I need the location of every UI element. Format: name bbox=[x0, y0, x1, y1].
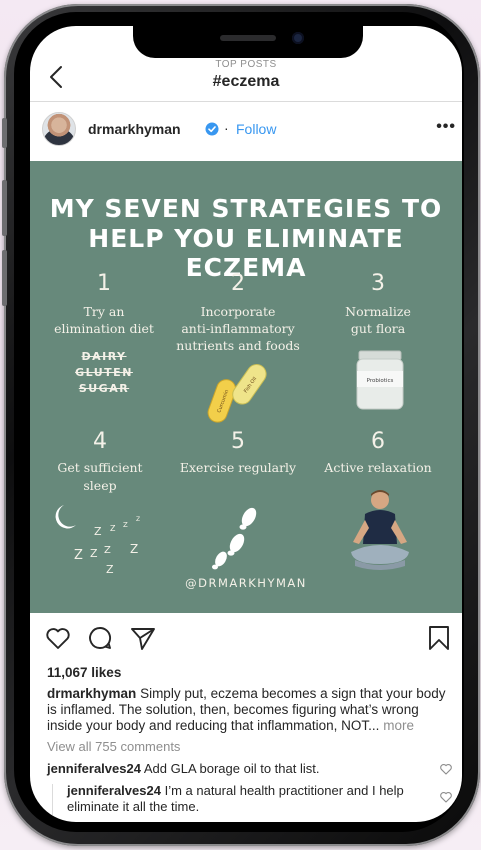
step-5-number: 5 bbox=[231, 429, 245, 454]
infographic-title-line-1: MY SEVEN STRATEGIES TO bbox=[49, 194, 443, 223]
moon-sleep-icon: Z Z Z Z Z Z Z Z Z bbox=[55, 505, 140, 576]
zzz-8: Z bbox=[130, 542, 138, 556]
step-3-line-2: gut flora bbox=[350, 321, 406, 336]
zzz-1: Z bbox=[94, 525, 102, 538]
reply-thread-line bbox=[52, 784, 53, 818]
zzz-7: Z bbox=[104, 545, 111, 556]
step-6-number: 6 bbox=[371, 429, 385, 454]
side-button-volume-down bbox=[2, 250, 7, 306]
comment-2-reply: jenniferalves24 I’m a natural health pra… bbox=[67, 783, 427, 815]
step-4-number: 4 bbox=[93, 429, 107, 454]
jar-label-probiotics: Probiotics bbox=[367, 378, 394, 384]
eliminate-item-sugar: SUGAR bbox=[78, 382, 130, 395]
step-1-line-1: Try an bbox=[83, 304, 125, 319]
comment-2-like-heart-icon[interactable] bbox=[439, 790, 453, 804]
probiotics-jar-icon: Probiotics bbox=[356, 350, 404, 410]
notch bbox=[133, 26, 363, 58]
more-options-button[interactable]: ••• bbox=[436, 118, 456, 136]
side-button-volume-up bbox=[2, 180, 7, 236]
step-1-line-2: elimination diet bbox=[54, 321, 154, 336]
step-2-line-2: anti-inflammatory bbox=[181, 321, 295, 336]
top-nav-bar: TOP POSTS #eczema bbox=[30, 56, 462, 102]
zzz-2: Z bbox=[110, 524, 116, 533]
step-4-line-1: Get sufficient bbox=[57, 460, 143, 475]
instagram-handle-watermark: @DRMARKHYMAN bbox=[185, 576, 307, 590]
front-camera bbox=[292, 32, 304, 44]
comment-2-username[interactable]: jenniferalves24 bbox=[67, 783, 161, 798]
step-3-number: 3 bbox=[371, 271, 385, 296]
phone-screen: TOP POSTS #eczema drmarkhyman · Follow •… bbox=[30, 26, 462, 822]
post-caption: drmarkhyman Simply put, eczema becomes a… bbox=[47, 686, 452, 734]
caption-username[interactable]: drmarkhyman bbox=[47, 686, 136, 701]
post-action-bar bbox=[30, 618, 462, 658]
step-6-line-1: Active relaxation bbox=[324, 460, 432, 475]
speaker bbox=[220, 35, 276, 41]
side-button-mute bbox=[2, 118, 7, 148]
comment-1-username[interactable]: jenniferalves24 bbox=[47, 761, 141, 776]
post-header: drmarkhyman · Follow ••• bbox=[30, 108, 462, 154]
caption-more-link[interactable]: more bbox=[383, 718, 414, 733]
top-posts-label: TOP POSTS bbox=[215, 59, 277, 70]
verified-badge-icon bbox=[205, 122, 219, 136]
eliminate-item-gluten: GLUTEN bbox=[75, 366, 133, 379]
comment-1-like-heart-icon[interactable] bbox=[439, 762, 453, 776]
post-username[interactable]: drmarkhyman bbox=[88, 121, 181, 137]
view-all-comments-link[interactable]: View all 755 comments bbox=[47, 739, 180, 754]
share-paper-plane-icon[interactable] bbox=[129, 624, 157, 652]
step-4-line-2: sleep bbox=[83, 478, 117, 493]
meditating-person-icon bbox=[351, 490, 409, 570]
supplement-pills-icon: Curcumin Fish Oil bbox=[207, 364, 267, 423]
comment-1-text: Add GLA borage oil to that list. bbox=[143, 761, 320, 776]
zzz-4: Z bbox=[136, 516, 140, 523]
step-2-number: 2 bbox=[231, 271, 245, 296]
like-heart-icon[interactable] bbox=[44, 624, 72, 652]
zzz-5: Z bbox=[74, 548, 83, 563]
comment-1: jenniferalves24 Add GLA borage oil to th… bbox=[47, 761, 432, 777]
avatar[interactable] bbox=[42, 112, 76, 146]
step-3-line-1: Normalize bbox=[345, 304, 411, 319]
post-image[interactable]: MY SEVEN STRATEGIES TO HELP YOU ELIMINAT… bbox=[30, 161, 462, 613]
footprints-icon bbox=[212, 507, 257, 570]
eliminate-item-dairy: DAIRY bbox=[81, 350, 127, 363]
step-1-number: 1 bbox=[97, 271, 111, 296]
comment-bubble-icon[interactable] bbox=[86, 624, 114, 652]
follow-button[interactable]: Follow bbox=[236, 121, 276, 137]
zzz-6: Z bbox=[90, 547, 98, 560]
like-count[interactable]: 11,067 likes bbox=[47, 665, 121, 680]
save-bookmark-icon[interactable] bbox=[425, 624, 453, 652]
step-2-line-3: nutrients and foods bbox=[176, 338, 300, 353]
zzz-3: Z bbox=[123, 521, 128, 529]
step-5-line-1: Exercise regularly bbox=[179, 460, 297, 475]
zzz-9: Z bbox=[106, 563, 114, 576]
hashtag-title: #eczema bbox=[212, 73, 280, 90]
step-2-line-1: Incorporate bbox=[200, 304, 276, 319]
separator-dot: · bbox=[224, 120, 229, 136]
